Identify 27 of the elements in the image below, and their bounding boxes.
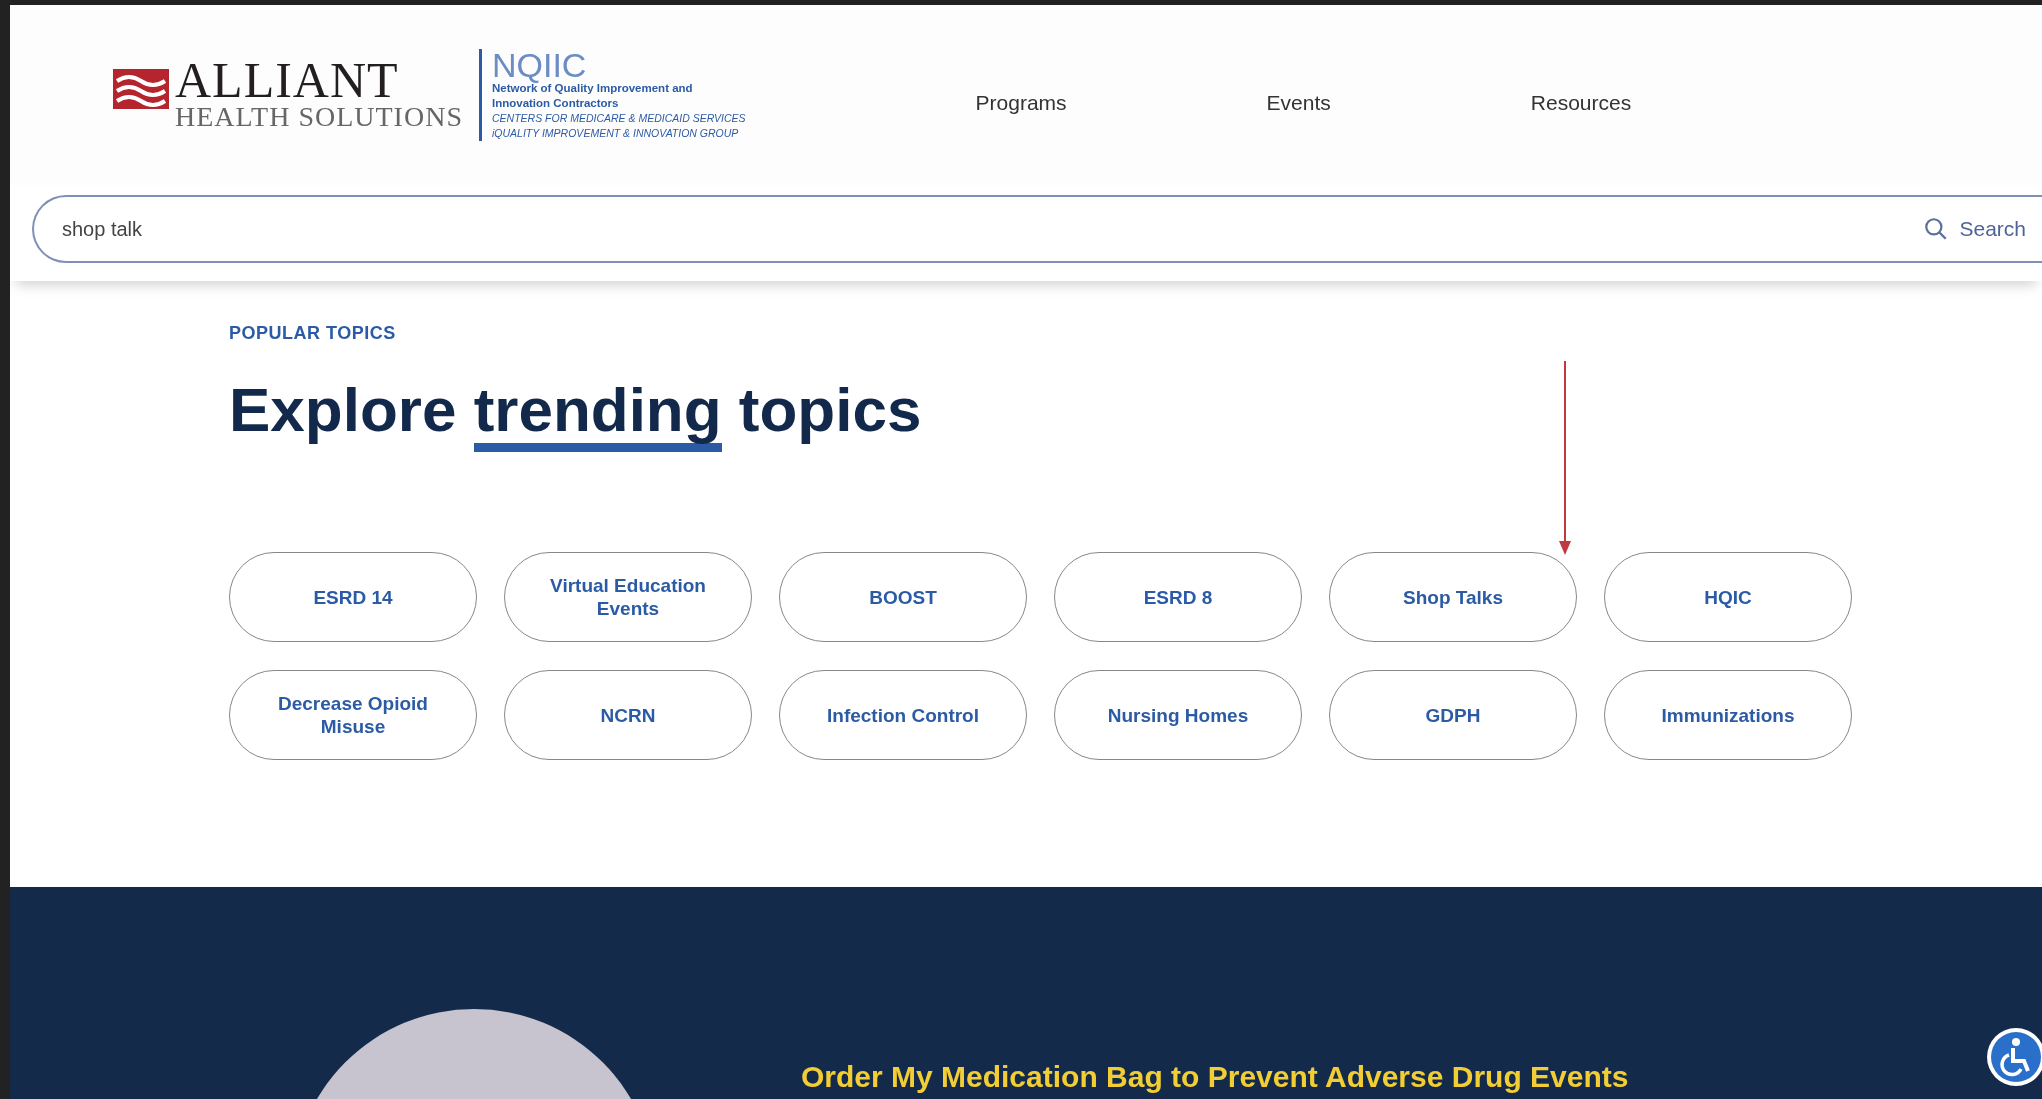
topic-button[interactable]: NCRN	[504, 670, 752, 760]
agency-name: CENTERS FOR MEDICARE & MEDICAID SERVICES iQUALITY IMPROVEMENT & INNOVATION GROUP	[491, 111, 746, 141]
search-button[interactable]: Search	[1923, 216, 2042, 242]
topic-button[interactable]: Decrease Opioid Misuse	[229, 670, 477, 760]
topic-button[interactable]: ESRD 8	[1054, 552, 1302, 642]
section-eyebrow: POPULAR TOPICS	[229, 323, 397, 344]
topic-button[interactable]: Nursing Homes	[1054, 670, 1302, 760]
nav-link[interactable]: Resources	[1530, 91, 1632, 115]
feature-title: Order My Medication Bag to Prevent Adverse Drug Events	[801, 1059, 1629, 1095]
section-heading: Explore trending topics	[229, 370, 2042, 452]
topic-button[interactable]: HQIC	[1604, 552, 1852, 642]
topic-button[interactable]: BOOST	[779, 552, 1027, 642]
topic-button[interactable]: Infection Control	[779, 670, 1027, 760]
waves-logo-icon	[113, 69, 169, 109]
program-name: NQIIC	[491, 49, 588, 81]
topic-button[interactable]: Shop Talks	[1329, 552, 1577, 642]
accessibility-icon[interactable]	[1986, 1027, 2042, 1087]
nav-link[interactable]: Events	[1266, 91, 1331, 115]
topic-button[interactable]: ESRD 14	[229, 552, 477, 642]
topic-button[interactable]: Immunizations	[1604, 670, 1852, 760]
topic-button[interactable]: Virtual Education Events	[504, 552, 752, 642]
brand-subtitle: HEALTH SOLUTIONS	[175, 102, 463, 132]
brand-name: ALLIANT	[175, 58, 400, 102]
nav-link[interactable]: Programs	[975, 91, 1067, 115]
program-description: Network of Quality Improvement and Innovation Contractors	[491, 82, 694, 111]
topic-button[interactable]: GDPH	[1329, 670, 1577, 760]
search-field[interactable]: shop talk Search	[32, 195, 2042, 263]
